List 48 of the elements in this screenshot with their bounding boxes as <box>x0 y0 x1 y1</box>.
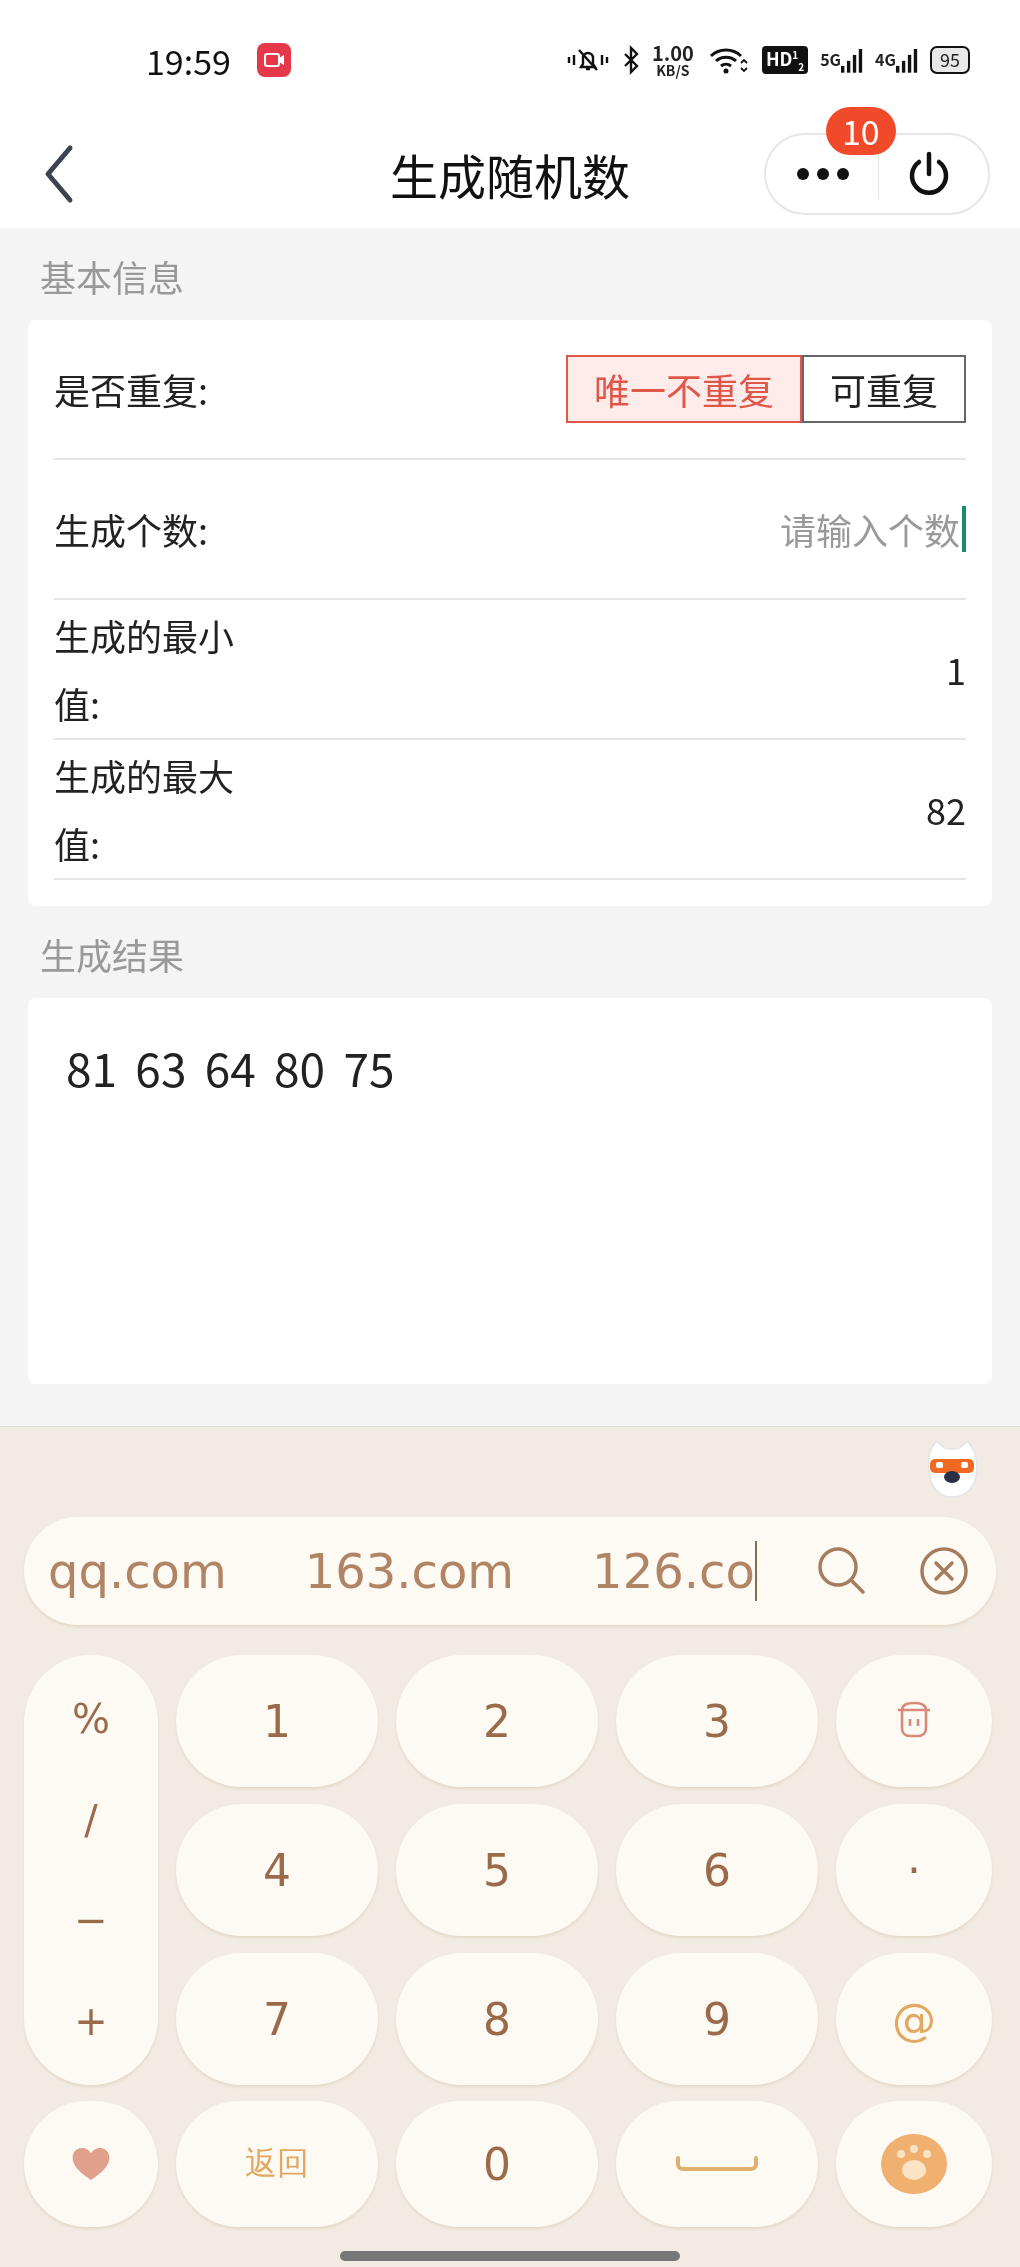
screen-record-icon <box>256 43 291 77</box>
keyboard-key[interactable]: 2 <box>396 1655 598 1787</box>
symbol-key[interactable]: / <box>64 1796 118 1843</box>
symbol-key[interactable]: % <box>52 1696 130 1743</box>
suggestion-item[interactable]: 163.com <box>304 1543 515 1599</box>
speed-unit: KB/S <box>656 63 690 77</box>
keyboard-key[interactable]: 1 <box>176 1655 378 1787</box>
keyboard-key[interactable]: 7 <box>176 1953 378 2085</box>
bluetooth-icon <box>621 45 640 75</box>
suggestion-item[interactable]: 126.co <box>592 1543 755 1599</box>
keyboard-key[interactable]: 3 <box>616 1655 818 1787</box>
network-speed: 1.00 <box>651 43 694 63</box>
keyboard-key[interactable]: 5 <box>396 1804 598 1936</box>
keyboard-key[interactable]: 6 <box>616 1804 818 1936</box>
search-icon[interactable] <box>816 1545 868 1597</box>
keyboard-key[interactable]: · <box>836 1804 992 1936</box>
section-heading: 基本信息 <box>39 249 185 304</box>
signal-icon <box>841 47 864 73</box>
field-label: 生成个数: <box>54 501 209 557</box>
symbol-key[interactable]: − <box>54 1897 128 1944</box>
keyboard-key[interactable]: 0 <box>396 2101 598 2227</box>
segment-option[interactable]: 可重复 <box>802 355 966 423</box>
field-label: 生成的最大值: <box>54 747 235 871</box>
more-icon[interactable] <box>796 167 850 181</box>
count-input[interactable]: 请输入个数 <box>658 502 966 556</box>
field-label: 是否重复: <box>54 361 209 417</box>
field-value: 1 <box>946 643 966 695</box>
battery-indicator: 95 <box>930 46 970 74</box>
network-type: 5G <box>820 47 842 71</box>
keyboard-key[interactable]: 9 <box>616 1953 818 2085</box>
keyboard-key[interactable]: 4 <box>176 1804 378 1936</box>
space-icon <box>675 2154 759 2174</box>
field-label: 生成的最小值: <box>54 607 235 731</box>
status-time: 19:59 <box>146 35 231 85</box>
segment-option[interactable]: 唯一不重复 <box>565 355 802 423</box>
result-numbers: 81 63 64 80 75 <box>66 1034 395 1100</box>
symbol-key[interactable]: + <box>54 1997 128 2044</box>
suggestion-item[interactable]: qq.com <box>48 1543 227 1599</box>
back-icon[interactable] <box>44 144 74 204</box>
paw-icon <box>879 2132 949 2196</box>
notification-badge: 10 <box>826 107 896 156</box>
field-value: 82 <box>926 783 966 835</box>
page-title: 生成随机数 <box>390 139 630 209</box>
signal-icon <box>896 47 918 73</box>
keyboard-key[interactable]: 8 <box>396 1953 598 2085</box>
clear-icon[interactable] <box>918 1545 970 1597</box>
network-type: 4G <box>875 47 896 71</box>
section-heading: 生成结果 <box>39 927 185 982</box>
